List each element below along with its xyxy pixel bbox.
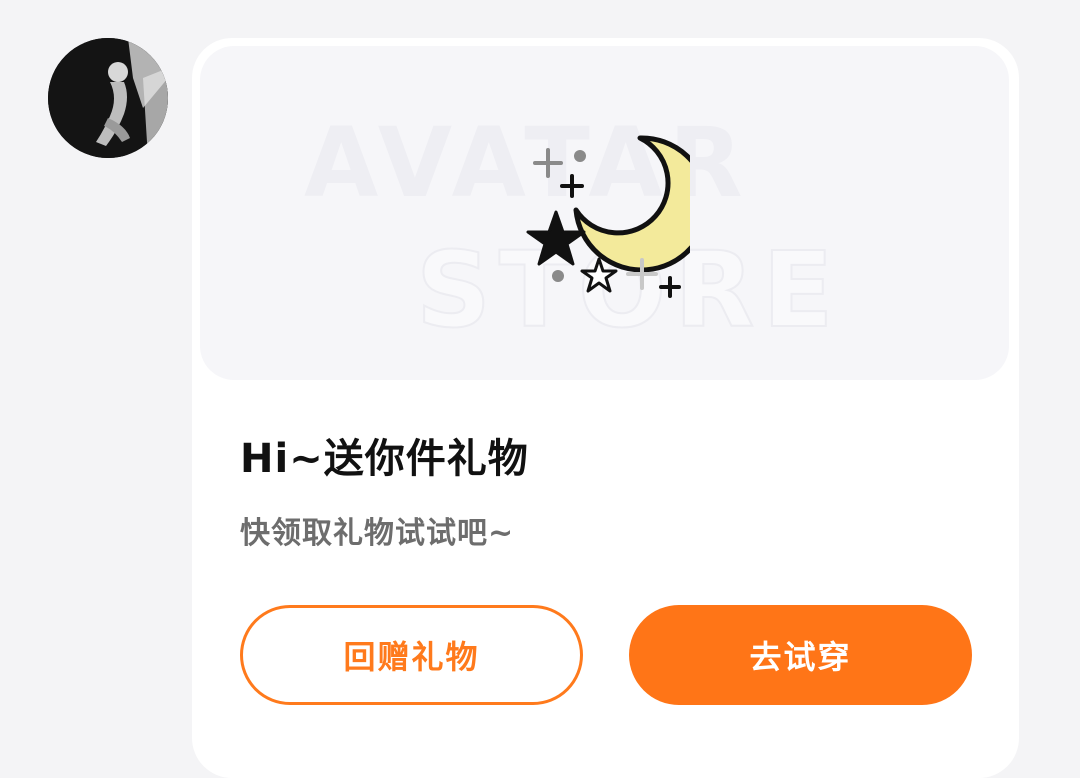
- moon-icon: [573, 135, 690, 273]
- dot-icon: [552, 270, 564, 282]
- sparkle-icon: [533, 148, 563, 178]
- message-title: Hi~送你件礼物: [240, 436, 529, 482]
- try-on-button[interactable]: 去试穿: [629, 605, 972, 705]
- dot-icon: [574, 150, 586, 162]
- moon-and-stars-icon: [526, 135, 690, 298]
- avatar-photo: [48, 38, 168, 158]
- sparkle-icon: [560, 174, 584, 198]
- gift-message-card: AVATAR STORE Hi~送你件礼物 快领取礼物试试吧~ 回赠礼物 去试穿: [192, 38, 1019, 778]
- message-subtitle: 快领取礼物试试吧~: [240, 516, 515, 551]
- return-gift-button[interactable]: 回赠礼物: [240, 605, 583, 705]
- sender-avatar[interactable]: [48, 38, 168, 158]
- gift-banner: AVATAR STORE: [200, 46, 1009, 380]
- sparkle-icon: [659, 276, 681, 298]
